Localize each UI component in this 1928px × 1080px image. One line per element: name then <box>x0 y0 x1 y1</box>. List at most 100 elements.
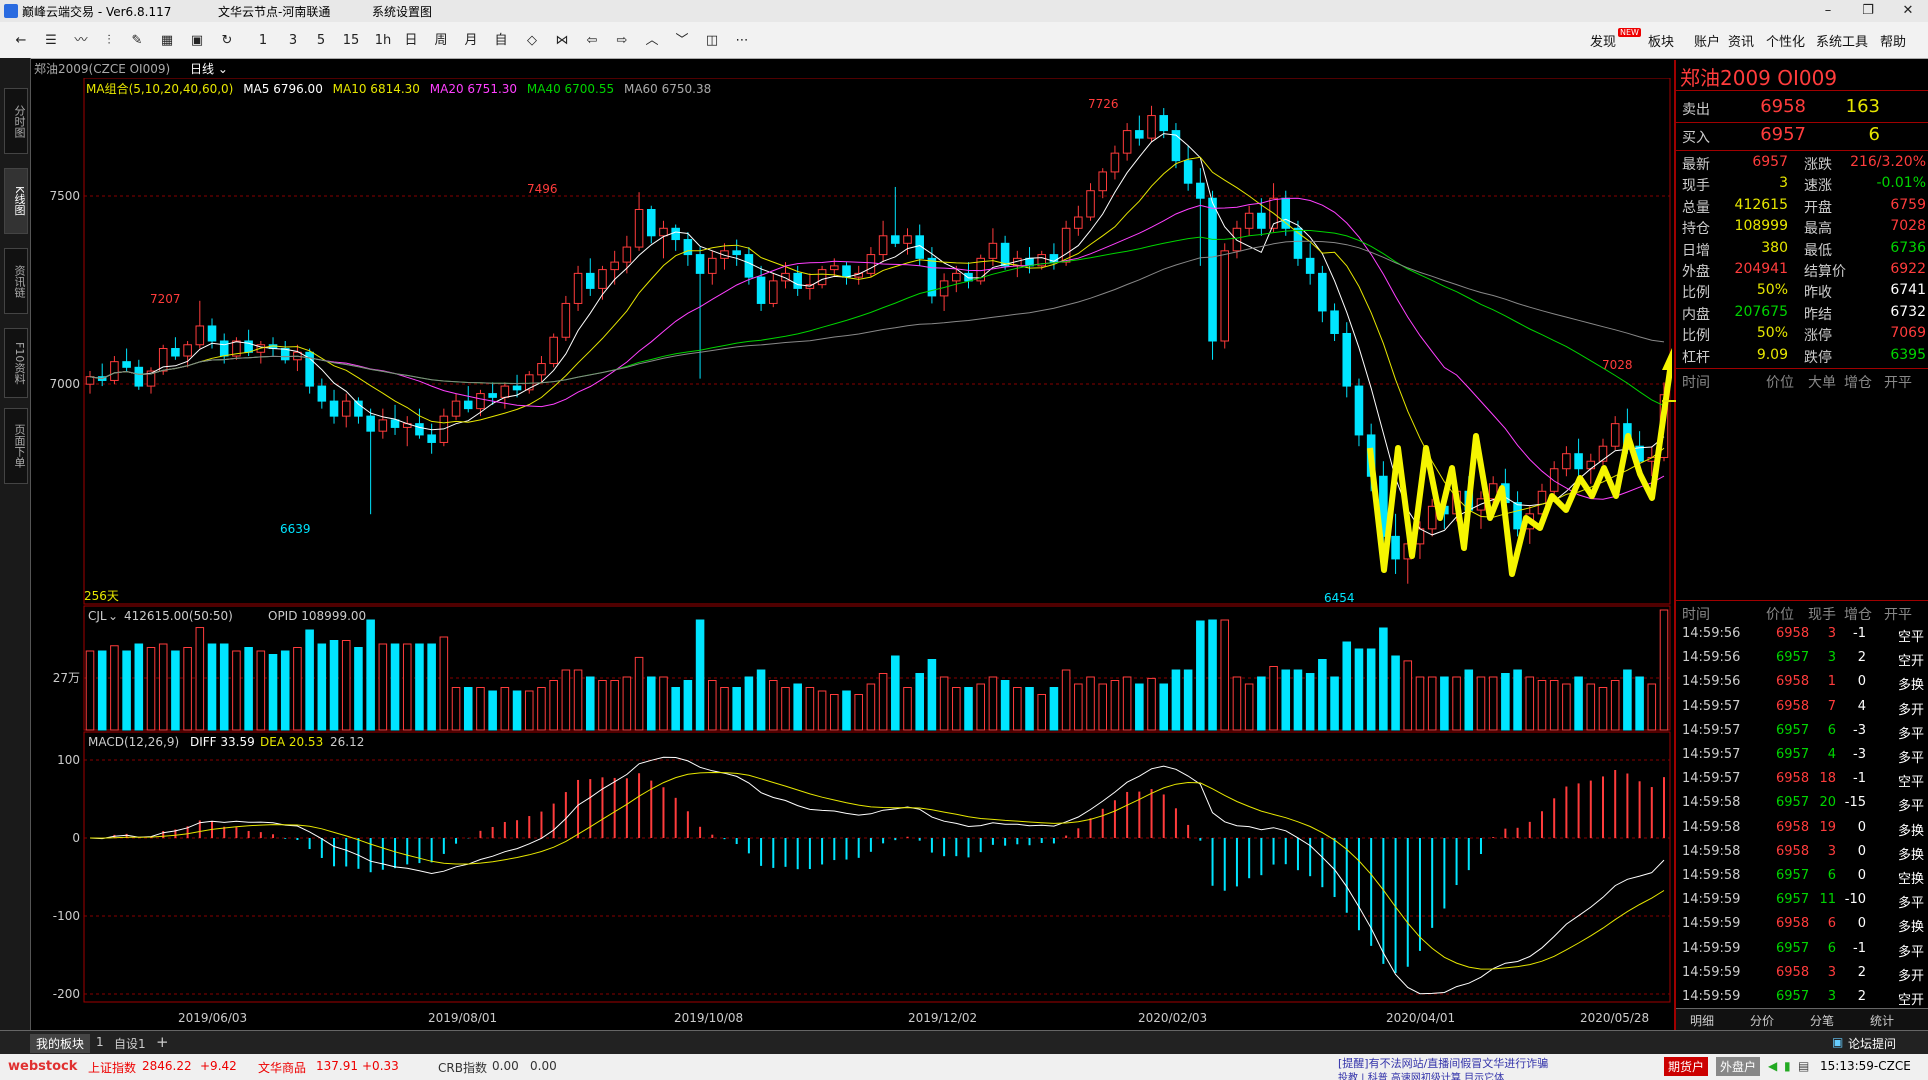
candle <box>964 272 973 282</box>
tick-row[interactable]: 14:59:58 6958 19 0 多换 <box>1680 820 1928 844</box>
tick-row[interactable]: 14:59:58 6957 6 0 空换 <box>1680 868 1928 892</box>
restore-icon[interactable]: ❐ <box>1848 0 1888 22</box>
candle <box>830 265 839 271</box>
tab-f10[interactable]: F10资料 <box>4 328 28 398</box>
step-right-icon[interactable]: ⇨ <box>612 31 632 51</box>
outer-account-button[interactable]: 外盘户 <box>1716 1057 1761 1076</box>
scroll-down-icon[interactable]: ﹀ <box>672 31 692 51</box>
vol-header-name[interactable]: CJL <box>88 609 107 623</box>
news-ticker-line2[interactable]: 投教 | 科普 高速网初级计算 目示它体 <box>1338 1069 1504 1080</box>
tick-row[interactable]: 14:59:57 6958 18 -1 空平 <box>1680 771 1928 795</box>
close-icon[interactable]: ✕ <box>1888 0 1928 22</box>
tick-row[interactable]: 14:59:57 6958 7 4 多开 <box>1680 699 1928 723</box>
tick-row[interactable]: 14:59:56 6958 1 0 多换 <box>1680 674 1928 698</box>
period-month[interactable]: 月 <box>462 31 480 51</box>
tab-custom1[interactable]: 自设1 <box>114 1035 146 1052</box>
macd-header-name[interactable]: MACD(12,26,9) <box>88 735 179 749</box>
index1-name[interactable]: 上证指数 <box>88 1059 136 1076</box>
line-chart-icon[interactable]: 〰 <box>70 31 92 51</box>
period-1m[interactable]: 1 <box>254 31 272 51</box>
contract-label: 郑油2009(CZCE OI009) <box>34 62 171 76</box>
tab-stats[interactable]: 统计 <box>1870 1012 1894 1029</box>
menu-help[interactable]: 帮助 <box>1880 31 1906 50</box>
volume-bar <box>1000 680 1010 731</box>
tick-cell: 多换 <box>1897 823 1924 839</box>
tick-row[interactable]: 14:59:58 6958 3 0 多换 <box>1680 844 1928 868</box>
tab-timeshare[interactable]: 分时图 <box>4 88 28 154</box>
tab-num1[interactable]: 1 <box>96 1035 104 1049</box>
kline-icon[interactable]: ⫶ <box>98 31 120 51</box>
zoom-in-icon[interactable]: ◇ <box>522 31 542 51</box>
save-icon[interactable]: ▣ <box>186 31 208 51</box>
period-day[interactable]: 日 <box>402 31 420 51</box>
tick-row[interactable]: 14:59:57 6957 4 -3 多平 <box>1680 747 1928 771</box>
menu-sector[interactable]: 板块 <box>1648 31 1674 50</box>
futures-account-button[interactable]: 期货户 <box>1664 1057 1709 1076</box>
menu-personalize[interactable]: 个性化 <box>1766 31 1805 50</box>
period-custom[interactable]: 自 <box>492 31 510 51</box>
period-dropdown[interactable]: 日线 <box>190 62 214 76</box>
tick-row[interactable]: 14:59:59 6957 6 -1 多平 <box>1680 941 1928 965</box>
tick-row[interactable]: 14:59:56 6958 3 -1 空平 <box>1680 626 1928 650</box>
chevron-down-icon[interactable]: ⌄ <box>218 62 228 76</box>
volume-bar <box>1391 655 1400 731</box>
menu-news[interactable]: 资讯 <box>1728 31 1754 50</box>
volume-bar <box>366 619 375 731</box>
menu-system-settings[interactable]: 系统设置图 <box>372 3 432 20</box>
more-icon[interactable]: ⋯ <box>732 31 752 51</box>
tab-price-dist[interactable]: 分价 <box>1750 1012 1774 1029</box>
settings-icon[interactable]: ▤ <box>1798 1059 1809 1073</box>
vol-chevron-icon[interactable]: ⌄ <box>108 609 118 623</box>
tick-row[interactable]: 14:59:59 6958 3 2 多开 <box>1680 965 1928 989</box>
back-icon[interactable]: ← <box>10 31 32 51</box>
menu-system-tools[interactable]: 系统工具 <box>1816 31 1868 50</box>
tab-kline[interactable]: K线图 <box>4 168 28 234</box>
period-15m[interactable]: 15 <box>340 31 362 51</box>
tick-cell: 18 <box>1819 771 1836 787</box>
zoom-out-icon[interactable]: ⋈ <box>552 31 572 51</box>
tick-cell: 多开 <box>1897 968 1924 984</box>
forum-button[interactable]: 论坛提问 <box>1848 1035 1896 1052</box>
macd-dea: DEA 20.53 <box>260 735 323 749</box>
menu-server-node[interactable]: 文华云节点-河南联通 <box>218 3 330 20</box>
menu-discover[interactable]: 发现 <box>1590 31 1616 50</box>
list-icon[interactable]: ☰ <box>40 31 62 51</box>
tick-cell: 6957 <box>1776 989 1810 1004</box>
index3-name[interactable]: CRB指数 <box>438 1059 487 1076</box>
ask-row[interactable]: 卖出 6958 163 <box>1680 96 1928 118</box>
candle <box>1513 502 1522 530</box>
period-3m[interactable]: 3 <box>284 31 302 51</box>
grid-icon[interactable]: ▦ <box>156 31 178 51</box>
volume-bar <box>1488 676 1498 731</box>
kline-chart[interactable]: 7500 7000 256天 7726 7496 7207 6639 6454 … <box>32 78 1672 1030</box>
period-week[interactable]: 周 <box>432 31 450 51</box>
step-left-icon[interactable]: ⇦ <box>582 31 602 51</box>
menu-account[interactable]: 账户 <box>1694 31 1720 50</box>
bid-row[interactable]: 买入 6957 6 <box>1680 124 1928 146</box>
index2-name[interactable]: 文华商品 <box>258 1059 306 1076</box>
tab-detail[interactable]: 明细 <box>1690 1012 1714 1029</box>
period-5m[interactable]: 5 <box>312 31 330 51</box>
tick-row[interactable]: 14:59:59 6957 11 -10 多平 <box>1680 892 1928 916</box>
tab-tick[interactable]: 分笔 <box>1810 1012 1834 1029</box>
tick-row[interactable]: 14:59:59 6958 6 0 多换 <box>1680 916 1928 940</box>
tab-news-chain[interactable]: 资讯链 <box>4 248 28 314</box>
draw-icon[interactable]: ✎ <box>126 31 148 51</box>
refresh-icon[interactable]: ↻ <box>216 31 238 51</box>
stat-value: -0.01% <box>1876 175 1926 192</box>
tick-row[interactable]: 14:59:57 6957 6 -3 多平 <box>1680 723 1928 747</box>
add-tab-button[interactable]: + <box>156 1033 169 1051</box>
candle <box>183 344 192 357</box>
layout-icon[interactable]: ◫ <box>702 31 722 51</box>
sound-icon[interactable]: ◀ <box>1768 1059 1777 1073</box>
volume-bar <box>1659 609 1669 731</box>
tick-row[interactable]: 14:59:58 6957 20 -15 多平 <box>1680 795 1928 819</box>
tab-order-page[interactable]: 页面下单 <box>4 408 28 484</box>
period-1h[interactable]: 1h <box>372 31 394 51</box>
tick-row[interactable]: 14:59:56 6957 3 2 空开 <box>1680 650 1928 674</box>
scroll-up-icon[interactable]: ︿ <box>642 31 662 51</box>
volume-bar <box>1220 619 1230 731</box>
chat-icon[interactable]: ▣ <box>1832 1035 1843 1049</box>
minimize-icon[interactable]: – <box>1808 0 1848 22</box>
tab-my-board[interactable]: 我的板块 <box>30 1034 91 1053</box>
